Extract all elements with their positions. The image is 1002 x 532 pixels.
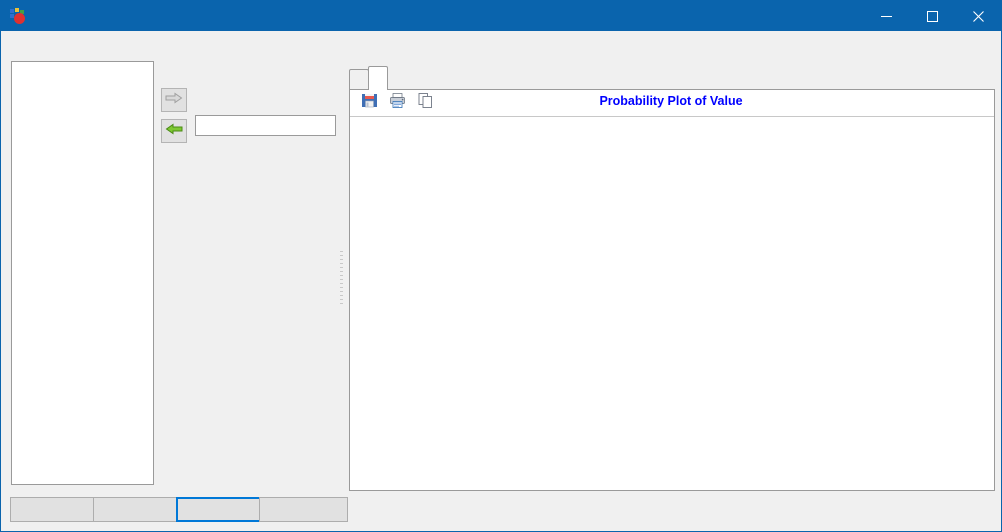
move-right-button[interactable] [161, 88, 187, 112]
arrow-right-icon [165, 91, 183, 109]
print-button[interactable] [384, 92, 410, 115]
dialog-button-bar [1, 489, 1001, 531]
copy-button[interactable] [412, 92, 438, 115]
save-button[interactable] [356, 92, 382, 115]
probability-plot-svg [350, 117, 994, 490]
sigma-icon [14, 13, 25, 24]
save-icon [361, 92, 378, 114]
compute-button[interactable] [176, 497, 265, 522]
maximize-button[interactable] [909, 1, 955, 31]
tab-body-chart [349, 89, 995, 491]
help-button[interactable] [10, 497, 99, 522]
client-area [1, 31, 1001, 531]
title-bar [1, 1, 1001, 31]
variables-listbox[interactable] [11, 61, 154, 485]
close-dialog-button[interactable] [259, 497, 348, 522]
normality-tests-window [0, 0, 1002, 532]
probability-plot [350, 117, 994, 490]
results-tab-control [349, 66, 995, 491]
minimize-button[interactable] [863, 1, 909, 31]
test-normality-input[interactable] [195, 115, 336, 136]
list-item[interactable] [12, 62, 153, 66]
copy-icon [417, 92, 434, 114]
chart-toolbar [350, 90, 994, 117]
tab-report[interactable] [349, 69, 369, 90]
tab-strip [349, 66, 995, 90]
app-icon [10, 8, 26, 24]
window-controls [863, 1, 1001, 31]
splitter-grip-icon [340, 250, 343, 307]
arrow-left-icon [165, 122, 183, 140]
move-left-button[interactable] [161, 119, 187, 143]
reset-button[interactable] [93, 497, 182, 522]
close-button[interactable] [955, 1, 1001, 31]
print-icon [389, 92, 406, 114]
variables-pane [1, 31, 336, 491]
tab-chart[interactable] [368, 66, 388, 90]
pane-splitter[interactable] [337, 66, 346, 491]
